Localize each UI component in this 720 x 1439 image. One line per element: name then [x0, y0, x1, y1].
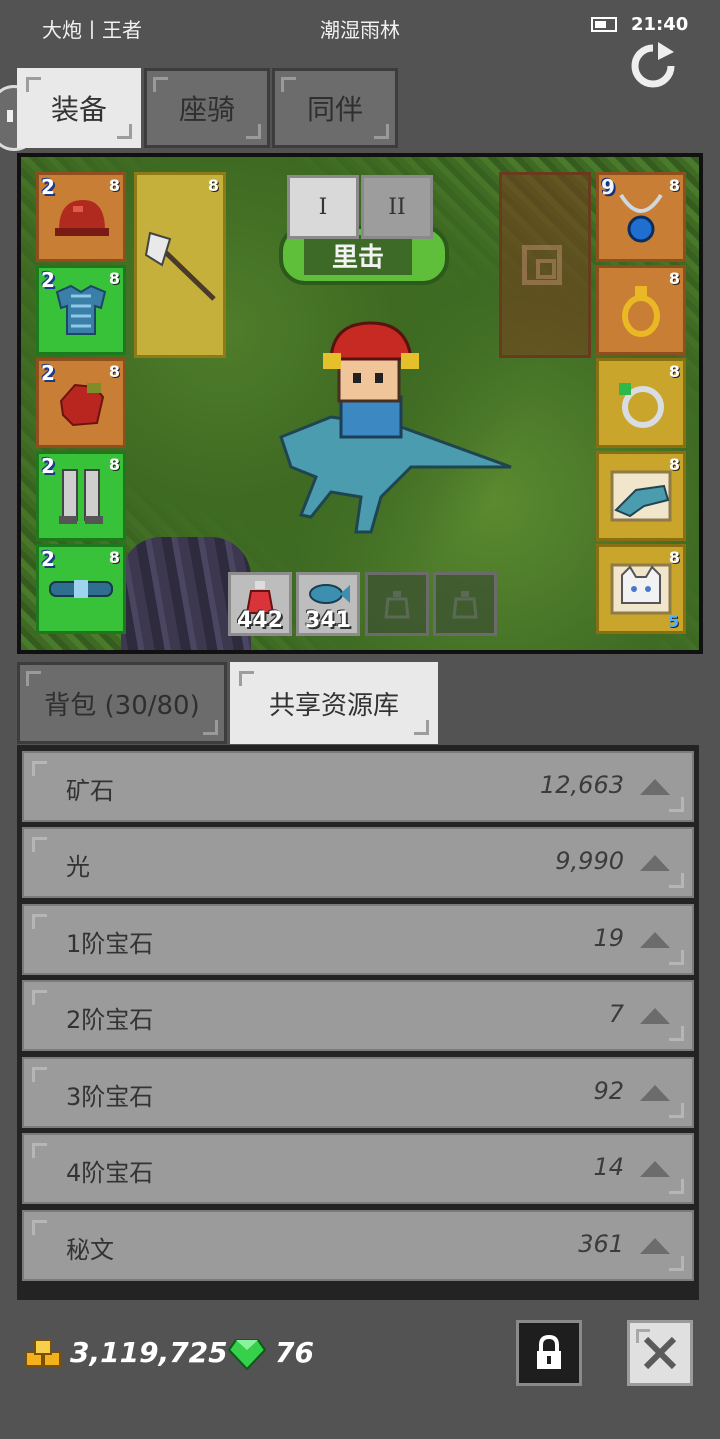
ring-stars: 8: [668, 362, 680, 381]
resource-name: 1阶宝石: [66, 930, 154, 958]
leggings-stars: 8: [108, 455, 120, 474]
gloves-slot[interactable]: 2 8: [36, 358, 126, 448]
belt-stars: 8: [108, 548, 120, 567]
necklace-stars: 8: [668, 176, 680, 195]
mount-stars: 8: [668, 455, 680, 474]
player-character: [261, 317, 521, 547]
resource-name: 3阶宝石: [66, 1083, 154, 1111]
resource-value: 361: [578, 1230, 624, 1258]
refresh-icon[interactable]: [628, 42, 678, 90]
gold-amount: 3,119,725: [70, 1336, 228, 1369]
tab-backpack-label: 背包 (30/80): [44, 690, 200, 721]
up-arrow-icon[interactable]: [640, 1008, 670, 1024]
resource-name: 2阶宝石: [66, 1006, 154, 1034]
resource-name: 4阶宝石: [66, 1159, 154, 1187]
tab-equipment[interactable]: 装备: [17, 68, 141, 148]
axe-icon: [137, 215, 223, 315]
resource-value: 14: [593, 1153, 624, 1181]
helmet-level: 2: [41, 175, 55, 199]
mount-slot[interactable]: 8: [596, 451, 686, 541]
empty-slot-icon: [522, 245, 562, 285]
tab-backpack[interactable]: 背包 (30/80): [17, 662, 227, 744]
up-arrow-icon[interactable]: [640, 1085, 670, 1101]
resource-name: 光: [66, 853, 90, 881]
clock: 21:40: [631, 14, 689, 35]
helmet-slot[interactable]: 2 8: [36, 172, 126, 262]
list-item[interactable]: 矿石 12,663: [22, 751, 694, 822]
gold-icon: [24, 1338, 62, 1370]
gloves-level: 2: [41, 361, 55, 385]
tab-mount-label: 座骑: [178, 93, 235, 126]
quick-slot-potion[interactable]: 442: [228, 572, 292, 636]
tab-equipment-label: 装备: [50, 93, 107, 126]
weapon-stars: 8: [207, 176, 219, 195]
empty-potion-icon: [368, 575, 426, 633]
tab-shared-storage[interactable]: 共享资源库: [230, 662, 438, 744]
tab-mount[interactable]: 座骑: [144, 68, 270, 148]
belt-slot[interactable]: 2 8: [36, 544, 126, 634]
earring-stars: 8: [668, 269, 680, 288]
close-button[interactable]: [627, 1320, 693, 1386]
empty-potion-icon: [436, 575, 494, 633]
up-arrow-icon[interactable]: [640, 1161, 670, 1177]
list-item[interactable]: 2阶宝石 7: [22, 980, 694, 1051]
potion-count: 442: [237, 608, 283, 633]
battery-icon: [591, 17, 617, 32]
ring-slot[interactable]: 8: [596, 358, 686, 448]
armor-stars: 8: [108, 269, 120, 288]
gloves-stars: 8: [108, 362, 120, 381]
close-icon: [642, 1335, 678, 1371]
page-2-button[interactable]: II: [361, 175, 433, 239]
lock-icon: [533, 1333, 565, 1373]
armor-level: 2: [41, 268, 55, 292]
quick-slot-empty-2[interactable]: [433, 572, 497, 636]
list-item[interactable]: 3阶宝石 92: [22, 1057, 694, 1128]
belt-level: 2: [41, 547, 55, 571]
status-bar: 大炮丨王者 潮湿雨林 21:40: [0, 0, 720, 52]
lock-button[interactable]: [516, 1320, 582, 1386]
gem-amount: 76: [275, 1336, 314, 1369]
weapon-slot[interactable]: 8: [134, 172, 226, 358]
up-arrow-icon[interactable]: [640, 932, 670, 948]
necklace-slot[interactable]: 9 8: [596, 172, 686, 262]
resource-list: 矿石 12,663 光 9,990 1阶宝石 19 2阶宝石 7 3阶宝石 92…: [17, 745, 699, 1300]
tab-shared-storage-label: 共享资源库: [268, 690, 399, 721]
armor-slot[interactable]: 2 8: [36, 265, 126, 355]
list-item[interactable]: 1阶宝石 19: [22, 904, 694, 975]
up-arrow-icon[interactable]: [640, 855, 670, 871]
helmet-stars: 8: [108, 176, 120, 195]
resource-name: 矿石: [66, 777, 114, 805]
page-1-button[interactable]: I: [287, 175, 359, 239]
leggings-level: 2: [41, 454, 55, 478]
tab-companion[interactable]: 同伴: [272, 68, 398, 148]
pet-slot[interactable]: 8 5: [596, 544, 686, 634]
quick-slot-empty-1[interactable]: [365, 572, 429, 636]
gem-icon: [227, 1338, 267, 1371]
necklace-level: 9: [601, 175, 615, 199]
resource-value: 12,663: [540, 771, 624, 799]
tab-companion-label: 同伴: [306, 93, 363, 126]
earring-slot[interactable]: 8: [596, 265, 686, 355]
pet-extra: 5: [667, 612, 679, 631]
list-item[interactable]: 光 9,990: [22, 827, 694, 898]
list-item[interactable]: 4阶宝石 14: [22, 1133, 694, 1204]
leggings-slot[interactable]: 2 8: [36, 451, 126, 541]
list-item[interactable]: 秘文 361: [22, 1210, 694, 1281]
resource-value: 9,990: [555, 847, 624, 875]
pet-stars: 8: [668, 548, 680, 567]
up-arrow-icon[interactable]: [640, 1238, 670, 1254]
boss-label: 里击: [304, 235, 412, 275]
resource-value: 7: [608, 1000, 624, 1028]
fish-count: 341: [305, 608, 351, 633]
resource-value: 19: [593, 924, 624, 952]
resource-name: 秘文: [66, 1236, 114, 1264]
character-scene: 里击 I II 2 8 2 8 2 8 2 8 2 8 8 9 8 8 8 8 …: [17, 153, 703, 654]
resource-value: 92: [593, 1077, 624, 1105]
quick-slot-fish[interactable]: 341: [296, 572, 360, 636]
up-arrow-icon[interactable]: [640, 779, 670, 795]
